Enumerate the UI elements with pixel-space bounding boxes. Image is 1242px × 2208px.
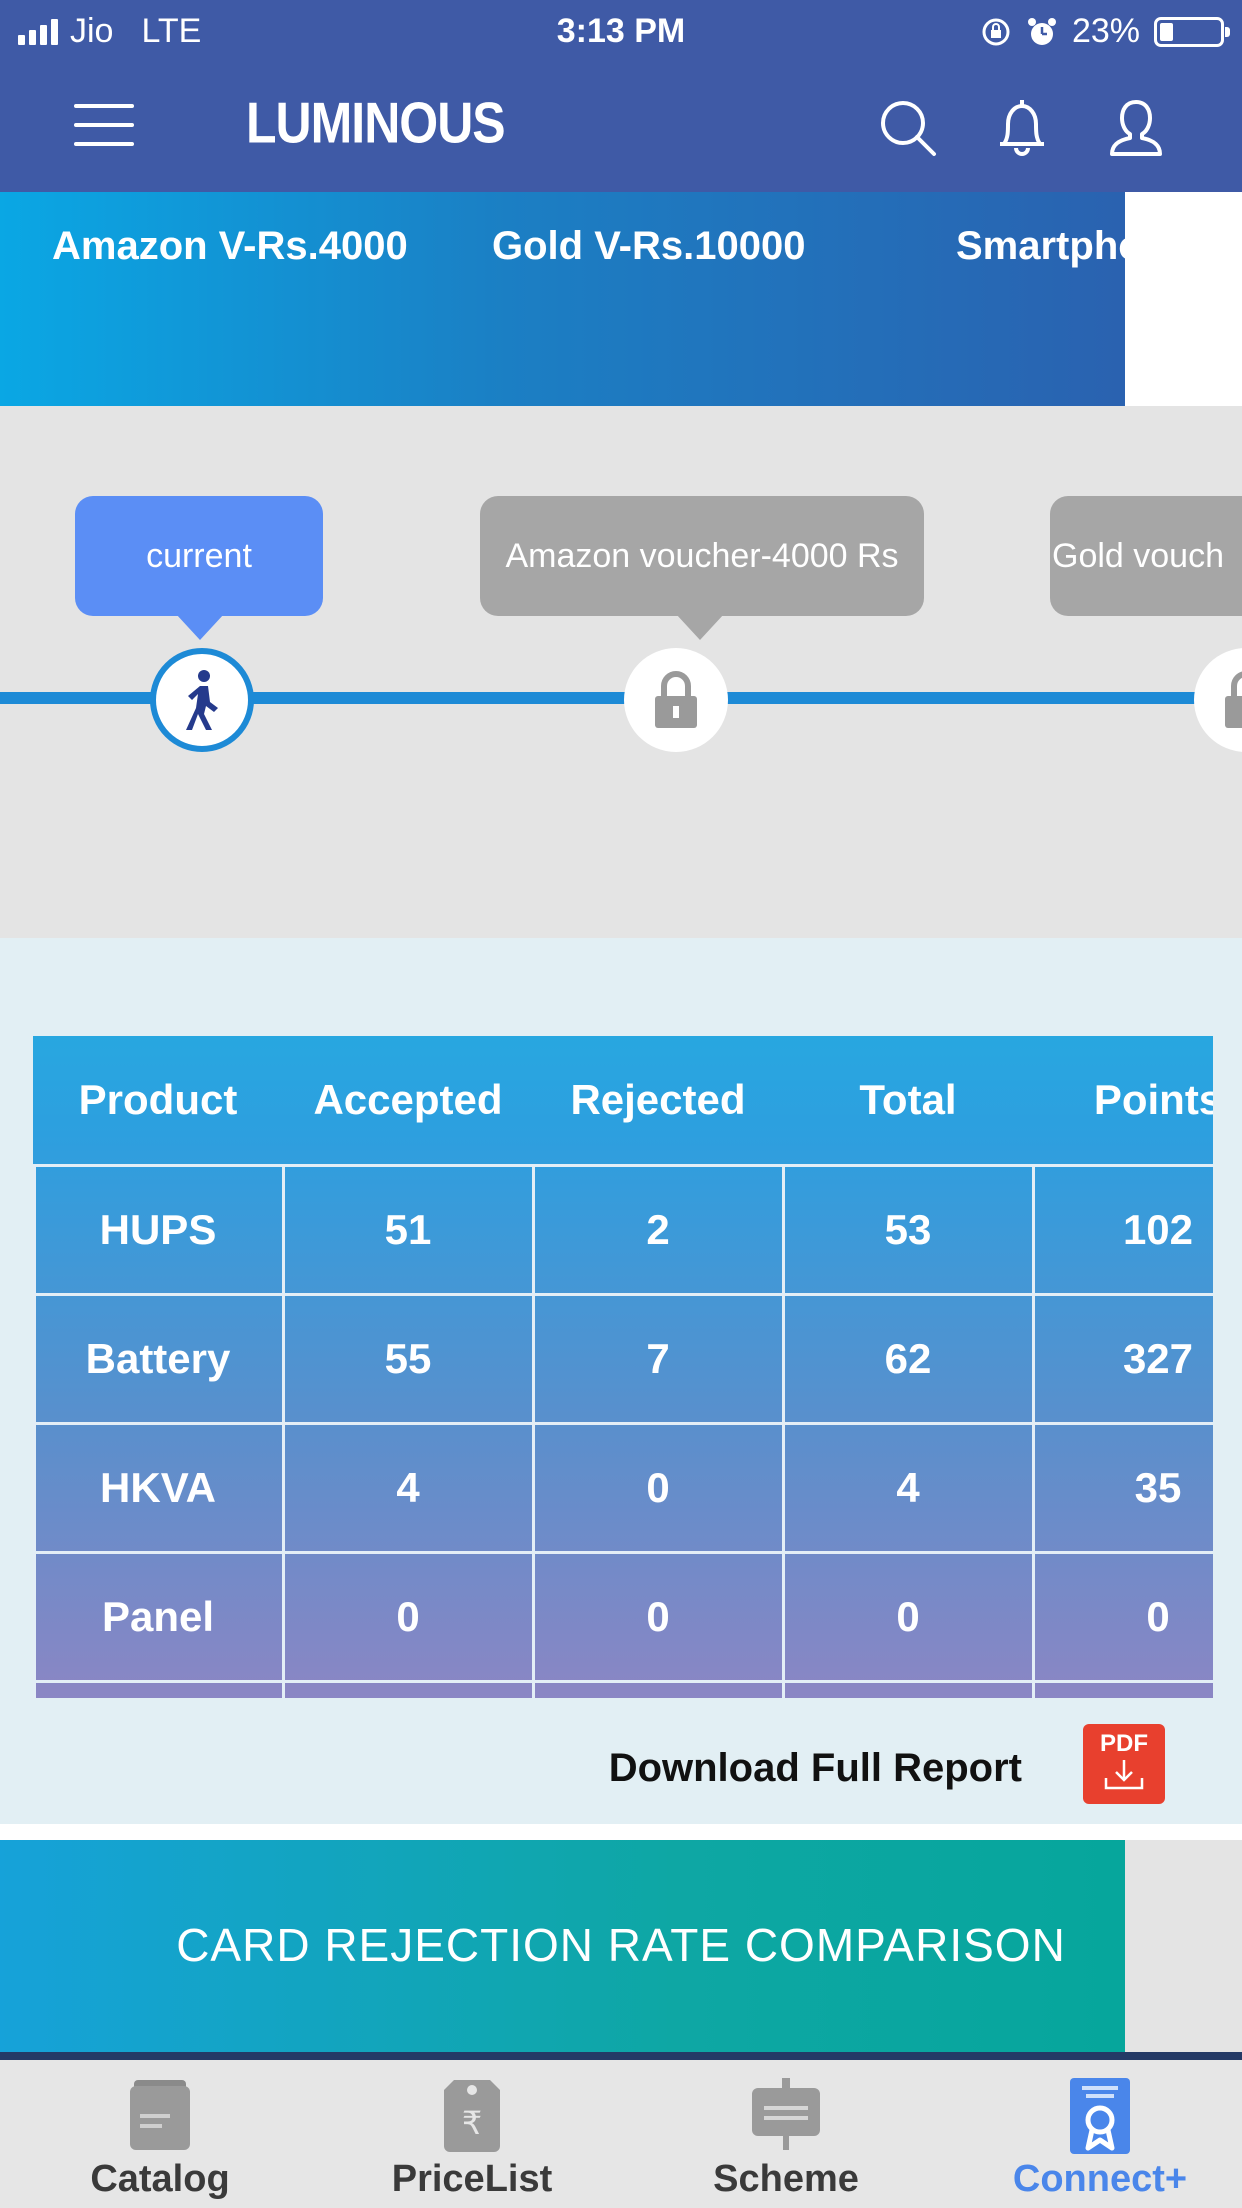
lock-icon: [655, 671, 697, 728]
walking-person-icon: [186, 670, 218, 730]
bell-icon[interactable]: [990, 96, 1054, 160]
column-header: Rejected: [570, 1076, 746, 1123]
milestone-node: [624, 648, 728, 752]
table-row: HKVA 4 0 4 35: [33, 1424, 1213, 1551]
tab-scheme[interactable]: Scheme: [666, 2060, 906, 2208]
milestone-bubble: Amazon voucher-4000 Rs: [480, 496, 924, 616]
table-cell: 0: [1146, 1592, 1170, 1640]
pdf-label: PDF: [1100, 1730, 1148, 1757]
status-right: 23%: [980, 12, 1230, 51]
tab-pricelist[interactable]: ₹ PriceList: [352, 2060, 592, 2208]
table-cell: 102: [1122, 1205, 1194, 1253]
stats-table: Product Accepted Rejected Total Points H…: [33, 1036, 1213, 1698]
table-cell: HUPS: [99, 1205, 217, 1253]
table-cell: 35: [1134, 1463, 1182, 1511]
banner-edge: [1125, 1840, 1242, 2052]
table-cell: HKVA: [100, 1463, 216, 1511]
table-cell: 51: [384, 1205, 432, 1253]
table-row: HUPS 51 2 53 102: [33, 1166, 1213, 1293]
brand-logo: LUMINOUS: [246, 90, 506, 156]
table-cell: 53: [884, 1205, 932, 1253]
download-report-link[interactable]: Download Full Report: [609, 1746, 1022, 1791]
svg-text:₹: ₹: [462, 2104, 482, 2142]
tab-label: PriceList: [391, 2158, 553, 2200]
grid-line: [33, 1680, 1213, 1683]
table-cell: 7: [646, 1334, 670, 1382]
column-header: Product: [78, 1076, 238, 1123]
table-header-row: Product Accepted Rejected Total Points: [33, 1036, 1213, 1164]
rejection-comparison-banner[interactable]: CARD REJECTION RATE COMPARISON: [0, 1840, 1125, 2052]
current-label: current: [146, 536, 252, 575]
catalog-icon: [130, 2080, 190, 2150]
tabbar-divider: [0, 2052, 1242, 2060]
current-bubble-tail: [176, 614, 224, 640]
table-cell: 4: [896, 1463, 920, 1511]
table-cell: 0: [646, 1592, 670, 1640]
milestone-bubble: Gold vouch: [1050, 496, 1242, 616]
menu-icon[interactable]: [74, 104, 134, 150]
download-row: Download Full Report: [0, 1738, 1242, 1824]
certificate-icon: [1070, 2078, 1130, 2154]
pdf-download-button[interactable]: PDF: [1083, 1724, 1165, 1804]
milestone-label: Gold vouch: [1052, 536, 1224, 575]
grid-line: [282, 1166, 285, 1698]
scheme-board-icon: [752, 2078, 820, 2150]
search-icon[interactable]: [876, 96, 940, 160]
tab-connect-plus[interactable]: Connect+: [980, 2060, 1220, 2208]
table-row: Panel 0 0 0 0: [33, 1553, 1213, 1680]
reward-item[interactable]: Amazon V-Rs.4000: [52, 224, 408, 269]
table-cell: 4: [396, 1463, 420, 1511]
bottom-tab-bar: Catalog ₹ PriceList Scheme Connect+: [0, 2060, 1242, 2208]
price-tag-icon: ₹: [444, 2080, 500, 2152]
grid-line: [33, 1164, 1213, 1167]
rewards-banner: Amazon V-Rs.4000 Gold V-Rs.10000 Smartph…: [0, 192, 1125, 406]
reward-item[interactable]: Smartpho: [956, 224, 1125, 269]
table-cell: 0: [896, 1592, 920, 1640]
milestone-bubble-tail: [676, 614, 724, 640]
download-arrow-icon: [1104, 1760, 1144, 1790]
grid-line: [33, 1166, 36, 1698]
column-header: Total: [859, 1076, 957, 1123]
table-cell: 0: [396, 1592, 420, 1640]
current-bubble: current: [75, 496, 323, 616]
rotation-lock-icon: [982, 18, 1010, 45]
status-bar: Jio LTE 3:13 PM 23%: [0, 0, 1242, 62]
table-cell: 55: [384, 1334, 432, 1382]
table-cell: 327: [1122, 1334, 1194, 1382]
battery-fill: [1160, 22, 1173, 41]
alarm-icon: [1027, 17, 1056, 45]
table-cell: Battery: [85, 1334, 231, 1382]
table-cell: Panel: [101, 1592, 215, 1640]
milestone-label: Amazon voucher-4000 Rs: [505, 536, 899, 575]
grid-line: [33, 1422, 1213, 1425]
lock-icon: [1225, 671, 1242, 728]
grid-line: [1032, 1166, 1035, 1698]
table-row: Battery 55 7 62 327: [33, 1295, 1213, 1422]
column-header: Points: [1093, 1076, 1213, 1123]
tab-label: Connect+: [1012, 2158, 1188, 2200]
grid-line: [33, 1293, 1213, 1296]
tab-label: Scheme: [713, 2158, 859, 2200]
table-cell: 2: [646, 1205, 670, 1253]
section-title: CARD REJECTION RATE COMPARISON: [176, 1919, 1066, 1971]
milestone-node: [1194, 648, 1242, 752]
grid-line: [532, 1166, 535, 1698]
battery-icon: [1154, 16, 1230, 47]
table-cell: 0: [646, 1463, 670, 1511]
divider: [0, 1824, 1242, 1840]
grid-line: [33, 1551, 1213, 1554]
milestone-progress: current Amazon voucher-4000 Rs Gold vouc…: [0, 406, 1242, 938]
tab-label: Catalog: [90, 2158, 230, 2200]
app-header: LUMINOUS: [0, 62, 1242, 192]
profile-icon[interactable]: [1104, 96, 1168, 160]
current-node: [150, 648, 254, 752]
banner-edge: [1125, 192, 1242, 406]
grid-line: [782, 1166, 785, 1698]
battery-percent: 23%: [1071, 12, 1140, 50]
table-cell: 62: [884, 1334, 932, 1382]
tab-catalog[interactable]: Catalog: [40, 2060, 280, 2208]
reward-item[interactable]: Gold V-Rs.10000: [492, 224, 805, 269]
column-header: Accepted: [313, 1076, 503, 1123]
